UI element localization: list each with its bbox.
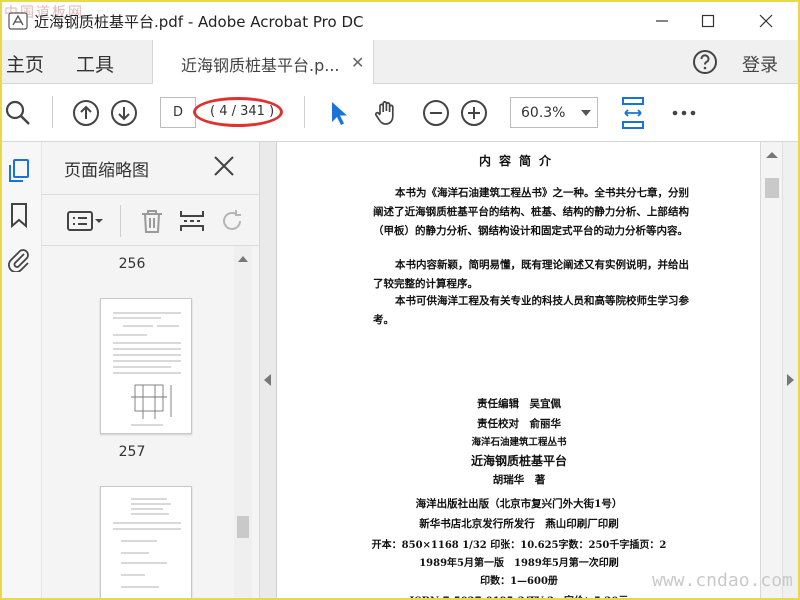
minimize-icon: [656, 20, 668, 22]
next-page-icon[interactable]: [110, 99, 138, 127]
tab-bar: 主页 工具 近海钢质桩基平台.p... ✕ 登录: [2, 40, 798, 84]
trash-icon[interactable]: [138, 207, 166, 235]
panel-splitter[interactable]: [260, 142, 276, 598]
toolbar-separator: [304, 96, 305, 128]
credit-format: 开本：850×1168 1/32 印张：10.625字数：250千字插页：2: [371, 540, 667, 551]
maximize-button[interactable]: [694, 8, 722, 34]
rotate-icon[interactable]: [218, 207, 246, 235]
close-window-button[interactable]: [752, 8, 780, 34]
navigation-rail: [2, 142, 42, 598]
thumbnail-tools: [42, 194, 260, 246]
tab-tools[interactable]: 工具: [76, 50, 114, 77]
document-scrollbar[interactable]: [761, 142, 783, 598]
credit-edition: 1989年5月第一版 1989年5月第一次印刷: [419, 558, 619, 569]
right-pane: [760, 142, 798, 598]
thumbnail-label: 257: [118, 444, 146, 460]
watermark-bottom-right: www.cndao.com: [652, 570, 793, 591]
maximize-icon: [701, 14, 715, 28]
credit-proofreader: 责任校对 俞丽华: [477, 418, 561, 430]
fit-width-icon[interactable]: [618, 96, 648, 130]
page-thumbnails-icon[interactable]: [6, 158, 32, 184]
panel-title: 页面缩略图: [64, 161, 149, 181]
acrobat-app-icon: [8, 12, 28, 30]
toolbar-separator: [120, 205, 121, 237]
bookmark-icon[interactable]: [6, 202, 32, 228]
scroll-up-icon[interactable]: [234, 252, 252, 266]
document-viewer[interactable]: 内容简介 本书为《海洋石油建筑工程丛书》之一种。全书共分七章，分别阐述了近海钢质…: [276, 142, 760, 598]
close-icon: [759, 14, 773, 28]
thumbnails-panel: 页面缩略图 256 257: [42, 142, 260, 598]
help-icon[interactable]: [692, 49, 718, 75]
search-icon[interactable]: [4, 99, 32, 127]
credit-distribution: 新华书店北京发行所发行 燕山印刷厂印刷: [419, 518, 619, 530]
options-menu-icon[interactable]: [66, 207, 104, 235]
zoom-in-icon[interactable]: [460, 99, 488, 127]
red-annotation-circle: [193, 97, 283, 127]
zoom-out-icon[interactable]: [422, 99, 450, 127]
main-toolbar: D ( 4 / 341 ) 60.3%: [2, 84, 798, 142]
document-paragraph: 本书为《海洋石油建筑工程丛书》之一种。全书共分七章，分别阐述了近海钢质桩基平台的…: [373, 187, 689, 237]
credit-publisher: 海洋出版社出版（北京市复兴门外大街1号）: [415, 498, 623, 510]
login-button[interactable]: 登录: [742, 51, 778, 77]
credit-series: 海洋石油建筑工程丛书: [471, 437, 567, 448]
document-tab-label: 近海钢质桩基平台.p...: [181, 56, 340, 75]
more-options-icon[interactable]: [670, 99, 698, 127]
attachment-icon[interactable]: [6, 246, 32, 272]
scroll-up-icon[interactable]: [761, 148, 783, 162]
page-number-input[interactable]: D: [160, 97, 196, 128]
toolbar-separator: [52, 96, 53, 128]
collapse-left-icon[interactable]: [264, 374, 271, 386]
title-bar: 中国道板网 近海钢质桩基平台.pdf - Adobe Acrobat Pro D…: [2, 2, 798, 40]
tab-document[interactable]: 近海钢质桩基平台.p... ✕: [152, 40, 374, 84]
zoom-select[interactable]: 60.3%: [510, 97, 598, 128]
window-title: 近海钢质桩基平台.pdf - Adobe Acrobat Pro DC: [34, 13, 364, 31]
previous-page-icon[interactable]: [72, 99, 100, 127]
credit-editor: 责任编辑 吴宜佩: [477, 398, 561, 410]
hand-tool-icon[interactable]: [372, 99, 400, 127]
thumbnail-preview: [113, 498, 181, 588]
zoom-value: 60.3%: [521, 105, 566, 121]
document-paragraph: 本书可供海洋工程及有关专业的科技人员和高等院校师生学习参考。: [373, 295, 689, 326]
chevron-down-icon: [581, 110, 591, 116]
document-heading: 内容简介: [478, 154, 559, 168]
close-tab-icon[interactable]: ✕: [351, 53, 364, 72]
expand-right-icon[interactable]: [787, 374, 794, 386]
document-paragraph: 本书内容新颖，简明易懂，既有理论阐述又有实例说明，并给出了较完整的计算程序。: [373, 259, 689, 290]
thumbnail-preview: [113, 312, 181, 426]
thumbnail-page[interactable]: [100, 298, 192, 434]
insert-pages-icon[interactable]: [178, 207, 206, 235]
tab-home[interactable]: 主页: [6, 50, 44, 77]
close-icon[interactable]: [212, 154, 236, 178]
credit-book-title: 近海钢质桩基平台: [470, 454, 567, 468]
scrollbar-thumb[interactable]: [765, 178, 779, 198]
minimize-button[interactable]: [648, 8, 676, 34]
app-window: 中国道板网 近海钢质桩基平台.pdf - Adobe Acrobat Pro D…: [0, 0, 800, 600]
thumbnail-label: 256: [118, 256, 146, 272]
scrollbar-thumb[interactable]: [237, 516, 249, 538]
select-cursor-icon[interactable]: [324, 99, 352, 127]
credit-author: 胡瑞华 著: [492, 474, 546, 486]
credit-isbn: ISBN 7-5027-0195-3/TV·3 定价：5.20元: [277, 592, 760, 598]
thumbnail-scrollbar[interactable]: [234, 246, 252, 598]
thumbnail-page[interactable]: [100, 486, 192, 598]
